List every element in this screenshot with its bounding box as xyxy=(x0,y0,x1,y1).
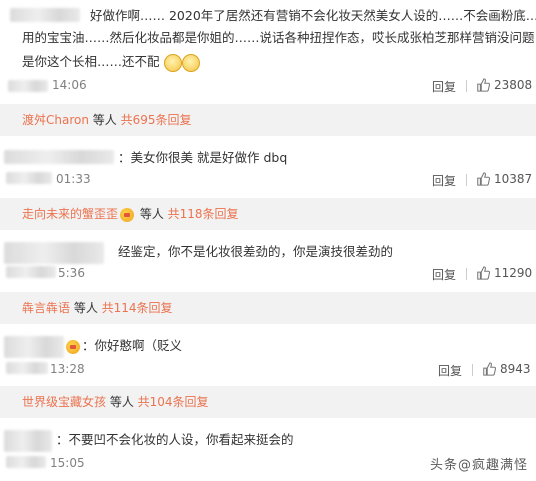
comment-text-line: ：你好憨啊（贬义 xyxy=(64,336,182,356)
reply-button[interactable]: 回复 xyxy=(432,172,456,189)
reply-suffix: 等人 xyxy=(136,207,168,221)
blurred-date xyxy=(6,362,48,374)
reply-suffix: 等人 xyxy=(106,395,138,409)
like-button[interactable]: 23808 xyxy=(476,78,532,92)
vip-badge-icon xyxy=(66,339,80,354)
comment-text-line: 用的宝宝油……然后化妆品都是你姐的……说话各种扭捏作态，哎长成张柏芝那样营销没问… xyxy=(22,30,536,45)
watermark: 头条@疯趣满怪 xyxy=(429,458,528,473)
thumbs-up-icon xyxy=(477,78,490,92)
reply-author-link[interactable]: 犇言犇语 xyxy=(22,301,70,315)
reply-button[interactable]: 回复 xyxy=(432,266,456,283)
blurred-date xyxy=(6,172,52,184)
replies-summary[interactable]: 走向未来的蟹歪歪 等人 共118条回复 xyxy=(0,198,536,230)
reply-button[interactable]: 回复 xyxy=(432,78,456,95)
reply-suffix: 等人 xyxy=(70,301,102,315)
thumbs-up-icon xyxy=(483,362,496,376)
like-count: 8943 xyxy=(500,362,531,376)
comment-item: ：美女你很美 就是好做作 dbq 01:33 回复 10387 xyxy=(0,140,536,196)
blurred-date xyxy=(8,80,48,92)
like-button[interactable]: 10387 xyxy=(476,172,532,186)
reply-button[interactable]: 回复 xyxy=(438,362,462,379)
comment-item: ：你好憨啊（贬义 13:28 回复 8943 xyxy=(0,328,536,384)
reply-count-link[interactable]: 共118条回复 xyxy=(168,207,239,221)
comment-text-line: 是你这个长相……还不配 xyxy=(22,52,200,72)
comment-time: 15:05 xyxy=(50,456,85,470)
replies-summary[interactable]: 犇言犇语 等人 共114条回复 xyxy=(0,292,536,324)
blurred-username xyxy=(4,430,52,452)
reply-author-link[interactable]: 世界级宝藏女孩 xyxy=(22,395,106,409)
laughing-face-icon xyxy=(163,53,182,72)
comment-time: 13:28 xyxy=(50,362,85,376)
comment-time: 5:36 xyxy=(58,266,85,280)
reply-count-link[interactable]: 共104条回复 xyxy=(138,395,209,409)
comment-item: 经鉴定，你不是化妆很差劲的，你是演技很差劲的 5:36 回复 11290 xyxy=(0,232,536,288)
comment-text-fragment: 你好憨啊（贬义 xyxy=(94,338,183,353)
divider xyxy=(466,268,467,280)
replies-summary[interactable]: 渡舛Charon 等人 共695条回复 xyxy=(0,104,536,136)
divider xyxy=(472,364,473,376)
comment-text-fragment: 不要凹不会化妆的人设，你看起来挺会的 xyxy=(68,432,294,447)
blurred-date xyxy=(6,456,46,468)
like-count: 23808 xyxy=(494,78,533,92)
divider xyxy=(466,174,467,186)
blurred-date xyxy=(6,266,56,278)
comment-text-line: 经鉴定，你不是化妆很差劲的，你是演技很差劲的 xyxy=(118,244,394,259)
comment-item: 好做作啊…… 2020年了居然还有营销不会化妆天然美女人设的……不会画粉底…… … xyxy=(0,0,536,106)
blurred-username xyxy=(4,150,114,164)
reply-author-link[interactable]: 渡舛Charon xyxy=(22,113,89,127)
vip-badge-icon xyxy=(120,207,135,222)
like-button[interactable]: 8943 xyxy=(482,362,531,376)
reply-suffix: 等人 xyxy=(88,113,121,127)
blurred-username xyxy=(10,8,80,22)
reply-count-link[interactable]: 共114条回复 xyxy=(102,301,173,315)
divider xyxy=(466,80,467,92)
blurred-username xyxy=(4,242,104,264)
like-count: 10387 xyxy=(494,172,533,186)
comment-text-line: ：美女你很美 就是好做作 dbq xyxy=(118,150,288,165)
reply-count-link[interactable]: 共695条回复 xyxy=(121,113,192,127)
like-count: 11290 xyxy=(494,266,533,280)
thumbs-up-icon xyxy=(477,172,490,186)
comment-text-line: ：不要凹不会化妆的人设，你看起来挺会的 xyxy=(56,432,294,447)
laughing-face-icon xyxy=(181,53,200,72)
comment-text-fragment: 是你这个长相……还不配 xyxy=(22,54,160,69)
comment-time: 01:33 xyxy=(56,172,91,186)
thumbs-up-icon xyxy=(477,266,490,280)
comment-time: 14:06 xyxy=(52,78,87,92)
comment-text-line: 好做作啊…… 2020年了居然还有营销不会化妆天然美女人设的……不会画粉底…… xyxy=(90,8,536,23)
blurred-username xyxy=(4,336,64,358)
replies-summary[interactable]: 世界级宝藏女孩 等人 共104条回复 xyxy=(0,386,536,418)
reply-author-link[interactable]: 走向未来的蟹歪歪 xyxy=(22,207,118,221)
like-button[interactable]: 11290 xyxy=(476,266,532,280)
comment-text-fragment: 美女你很美 就是好做作 dbq xyxy=(130,150,288,165)
